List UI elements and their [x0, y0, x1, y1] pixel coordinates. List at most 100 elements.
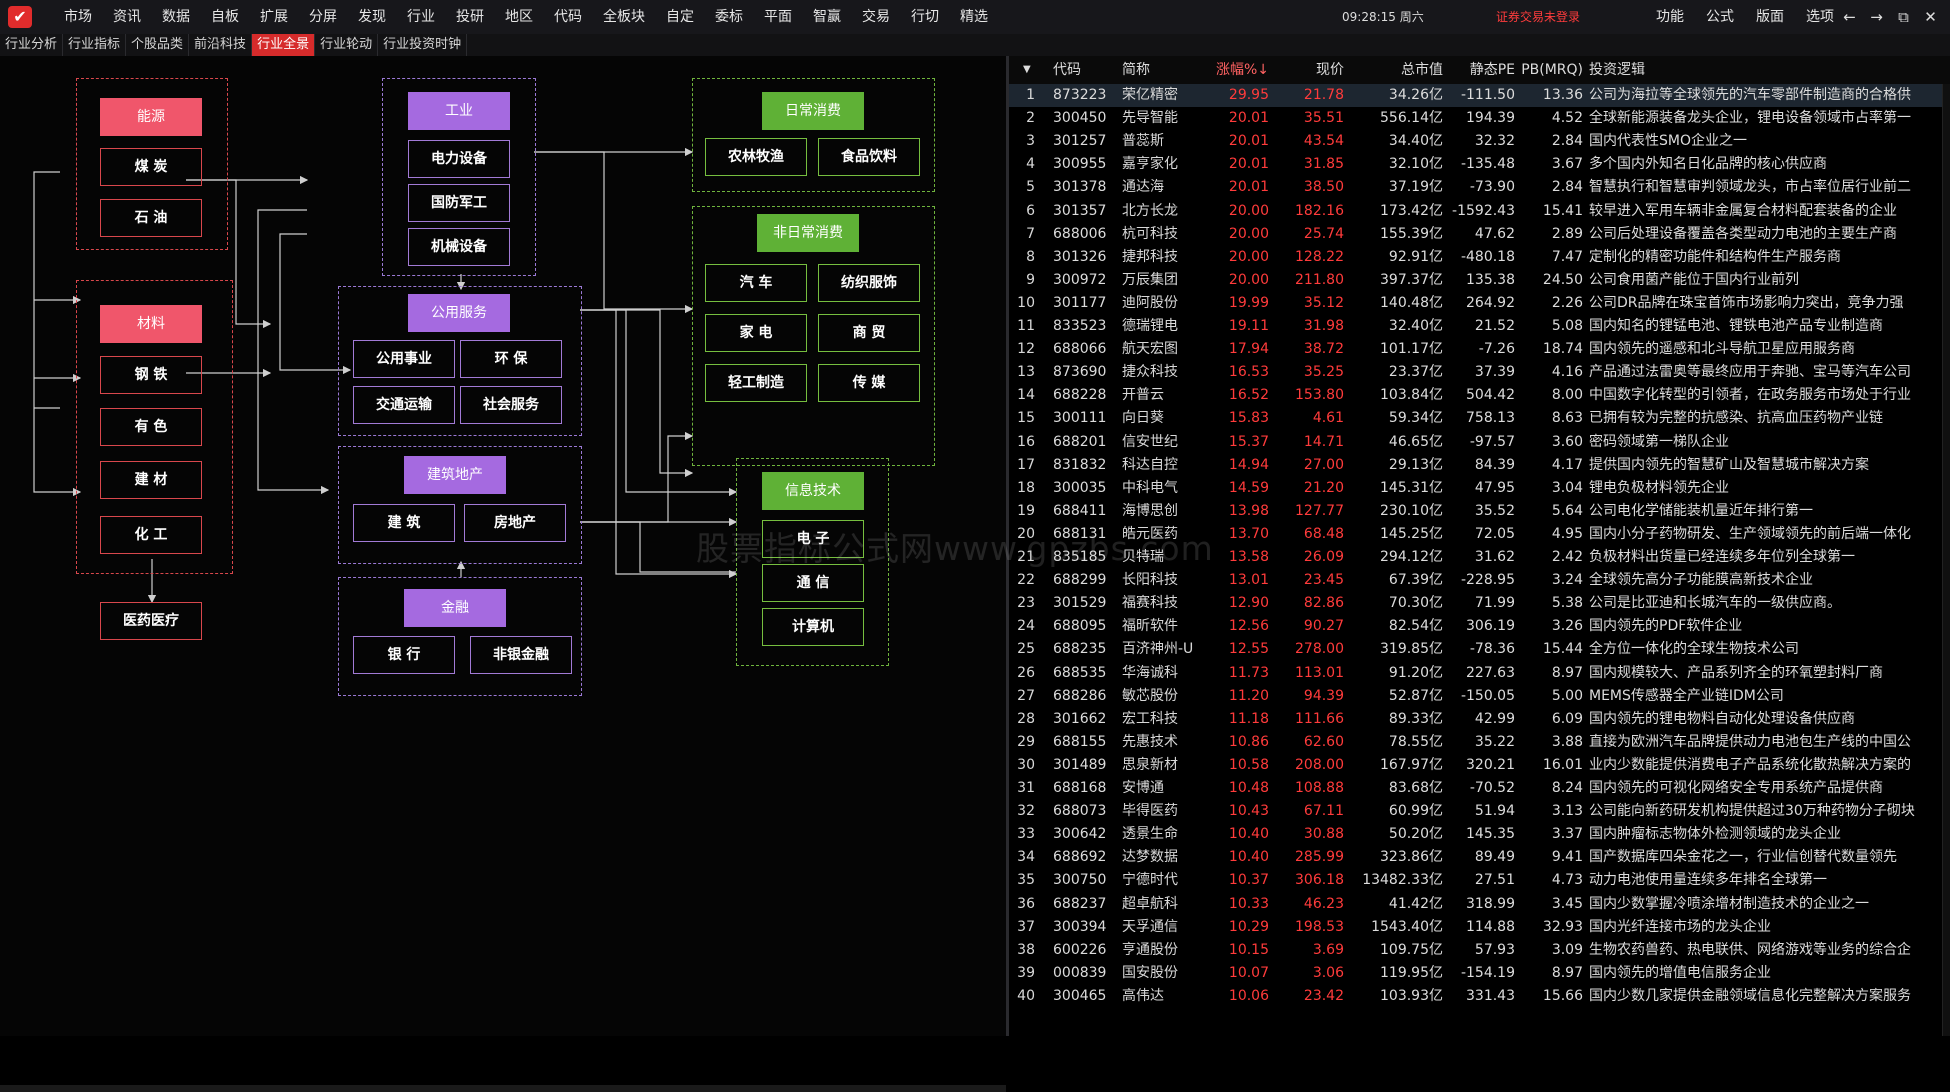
node-media[interactable]: 传 媒 [818, 364, 920, 402]
table-row[interactable]: 34 688692 达梦数据 10.40 285.99 323.86亿 89.49 9.41 国… [1009, 846, 1950, 869]
table-row[interactable]: 18 300035 中科电气 14.59 21.20 145.31亿 47.95 3.04 锂电… [1009, 477, 1950, 500]
node-chemicals[interactable]: 化 工 [100, 516, 202, 554]
header-pe[interactable]: 静态PE [1441, 56, 1515, 84]
table-row[interactable]: 9 300972 万辰集团 20.00 211.80 397.37亿 135.38 24.50… [1009, 269, 1950, 292]
node-oil[interactable]: 石 油 [100, 199, 202, 237]
node-nonbank-finance[interactable]: 非银金融 [470, 636, 572, 674]
group-finance-title[interactable]: 金融 [404, 589, 506, 627]
table-row[interactable]: 7 688006 杭可科技 20.00 25.74 155.39亿 47.62 2.89 公司后… [1009, 223, 1950, 246]
table-row[interactable]: 40 300465 高伟达 10.06 23.42 103.93亿 331.43 15.66 国… [1009, 985, 1950, 1008]
node-transportation[interactable]: 交通运输 [353, 386, 455, 424]
header-market-cap[interactable]: 总市值 [1343, 56, 1443, 84]
header-code[interactable]: 代码 [1053, 56, 1081, 84]
table-row[interactable]: 17 831832 科达自控 14.94 27.00 29.13亿 84.39 4.17 提供国… [1009, 454, 1950, 477]
tab[interactable]: 行业指标 [63, 34, 127, 56]
menu-item[interactable]: 数据 [162, 0, 190, 34]
node-textiles[interactable]: 纺织服饰 [818, 264, 920, 302]
node-social-services[interactable]: 社会服务 [460, 386, 562, 424]
node-real-estate[interactable]: 房地产 [464, 504, 566, 542]
restore-icon[interactable]: ⧉ [1890, 0, 1917, 34]
table-row[interactable]: 39 000839 国安股份 10.07 3.06 119.95亿 -154.19 8.97 国… [1009, 962, 1950, 985]
node-coal[interactable]: 煤 炭 [100, 148, 202, 186]
menu-item[interactable]: 地区 [505, 0, 533, 34]
menu-item[interactable]: 自定 [666, 0, 694, 34]
table-row[interactable]: 2 300450 先导智能 20.01 35.51 556.14亿 194.39 4.52 全球… [1009, 107, 1950, 130]
table-row[interactable]: 12 688066 航天宏图 17.94 38.72 101.17亿 -7.26 18.74 国… [1009, 338, 1950, 361]
tab[interactable]: 个股品类 [126, 34, 190, 56]
node-nonferrous[interactable]: 有 色 [100, 408, 202, 446]
menu-item[interactable]: 交易 [862, 0, 890, 34]
node-auto[interactable]: 汽 车 [705, 264, 807, 302]
tab[interactable]: 行业分析 [0, 34, 64, 56]
node-environmental[interactable]: 环 保 [460, 340, 562, 378]
menu-item[interactable]: 自板 [211, 0, 239, 34]
table-row[interactable]: 24 688095 福昕软件 12.56 90.27 82.54亿 306.19 3.26 国内… [1009, 615, 1950, 638]
node-food-beverage[interactable]: 食品饮料 [818, 138, 920, 176]
table-row[interactable]: 8 301326 捷邦科技 20.00 128.22 92.91亿 -480.18 7.47 定… [1009, 246, 1950, 269]
group-daily-title[interactable]: 日常消费 [762, 92, 864, 130]
table-row[interactable]: 28 301662 宏工科技 11.18 111.66 89.33亿 42.99 6.09 国内… [1009, 708, 1950, 731]
menu-item[interactable]: 行切 [911, 0, 939, 34]
table-row[interactable]: 32 688073 毕得医药 10.43 67.11 60.99亿 51.94 3.13 公司能… [1009, 800, 1950, 823]
table-row[interactable]: 38 600226 亨通股份 10.15 3.69 109.75亿 57.93 3.09 生物农… [1009, 939, 1950, 962]
table-row[interactable]: 30 301489 思泉新材 10.58 208.00 167.97亿 320.21 16.0… [1009, 754, 1950, 777]
node-steel[interactable]: 钢 铁 [100, 356, 202, 394]
back-icon[interactable]: ← [1836, 0, 1863, 34]
horizontal-scrollbar[interactable] [0, 1085, 1006, 1092]
right-menu-item[interactable]: 功能 [1656, 0, 1684, 34]
table-row[interactable]: 6 301357 北方长龙 20.00 182.16 173.42亿 -1592.43 15.… [1009, 200, 1950, 223]
vertical-scrollbar[interactable] [1942, 84, 1950, 1036]
table-row[interactable]: 5 301378 通达海 20.01 38.50 37.19亿 -73.90 2.84 智慧执行… [1009, 176, 1950, 199]
node-machinery[interactable]: 机械设备 [408, 228, 510, 266]
header-logic[interactable]: 投资逻辑 [1589, 56, 1645, 84]
table-row[interactable]: 14 688228 开普云 16.52 153.80 103.84亿 504.42 8.00 中… [1009, 384, 1950, 407]
node-pharma[interactable]: 医药医疗 [100, 602, 202, 640]
table-row[interactable]: 37 300394 天孚通信 10.29 198.53 1543.40亿 114.88 32.… [1009, 916, 1950, 939]
table-row[interactable]: 4 300955 嘉亨家化 20.01 31.85 32.10亿 -135.48 3.67 多个… [1009, 153, 1950, 176]
right-menu-item[interactable]: 选项 [1806, 0, 1834, 34]
table-row[interactable]: 1 873223 荣亿精密 29.95 21.78 34.26亿 -111.50 13.36 公… [1009, 84, 1950, 108]
menu-item[interactable]: 分屏 [309, 0, 337, 34]
login-status[interactable]: 证券交易未登录 [1496, 0, 1580, 34]
group-public-services-title[interactable]: 公用服务 [408, 294, 510, 332]
table-row[interactable]: 10 301177 迪阿股份 19.99 35.12 140.48亿 264.92 2.26 公… [1009, 292, 1950, 315]
node-home-appliances[interactable]: 家 电 [705, 314, 807, 352]
menu-item[interactable]: 发现 [358, 0, 386, 34]
group-materials-title[interactable]: 材料 [100, 305, 202, 343]
table-row[interactable]: 33 300642 透景生命 10.40 30.88 50.20亿 145.35 3.37 国内… [1009, 823, 1950, 846]
table-row[interactable]: 26 688535 华海诚科 11.73 113.01 91.20亿 227.63 8.97 国… [1009, 662, 1950, 685]
close-icon[interactable]: ✕ [1917, 0, 1944, 34]
node-agriculture[interactable]: 农林牧渔 [705, 138, 807, 176]
table-row[interactable]: 3 301257 普蕊斯 20.01 43.54 34.40亿 32.32 2.84 国内代表性… [1009, 130, 1950, 153]
menu-item[interactable]: 扩展 [260, 0, 288, 34]
node-power-equipment[interactable]: 电力设备 [408, 140, 510, 178]
right-menu-item[interactable]: 公式 [1706, 0, 1734, 34]
menu-item[interactable]: 代码 [554, 0, 582, 34]
node-light-industry[interactable]: 轻工制造 [705, 364, 807, 402]
table-row[interactable]: 23 301529 福赛科技 12.90 82.86 70.30亿 71.99 5.38 公司是… [1009, 592, 1950, 615]
node-building-materials[interactable]: 建 材 [100, 461, 202, 499]
tab[interactable]: 行业投资时钟 [378, 34, 468, 56]
node-bank[interactable]: 银 行 [353, 636, 455, 674]
tab[interactable]: 前沿科技 [189, 34, 253, 56]
node-computer[interactable]: 计算机 [762, 608, 864, 646]
node-utilities[interactable]: 公用事业 [353, 340, 455, 378]
menu-item[interactable]: 投研 [456, 0, 484, 34]
node-construction[interactable]: 建 筑 [353, 504, 455, 542]
table-row[interactable]: 27 688286 敏芯股份 11.20 94.39 52.87亿 -150.05 5.00 M… [1009, 685, 1950, 708]
menu-item[interactable]: 全板块 [603, 0, 645, 34]
menu-item[interactable]: 委标 [715, 0, 743, 34]
header-price[interactable]: 现价 [1267, 56, 1344, 84]
group-construction-title[interactable]: 建筑地产 [404, 456, 506, 494]
forward-icon[interactable]: → [1863, 0, 1890, 34]
table-row[interactable]: 29 688155 先惠技术 10.86 62.60 78.55亿 35.22 3.88 直接为… [1009, 731, 1950, 754]
table-row[interactable]: 11 833523 德瑞锂电 19.11 31.98 32.40亿 21.52 5.08 国内知… [1009, 315, 1950, 338]
group-energy-title[interactable]: 能源 [100, 98, 202, 136]
table-row[interactable]: 25 688235 百济神州-U 12.55 278.00 319.85亿 -78.36 15… [1009, 638, 1950, 661]
header-name[interactable]: 简称 [1122, 56, 1150, 84]
group-it-title[interactable]: 信息技术 [762, 472, 864, 510]
app-logo-icon[interactable]: ✔ [8, 6, 32, 28]
node-defense[interactable]: 国防军工 [408, 184, 510, 222]
tab[interactable]: 行业全景 [252, 34, 316, 56]
table-row[interactable]: 19 688411 海博思创 13.98 127.77 230.10亿 35.52 5.64 公… [1009, 500, 1950, 523]
